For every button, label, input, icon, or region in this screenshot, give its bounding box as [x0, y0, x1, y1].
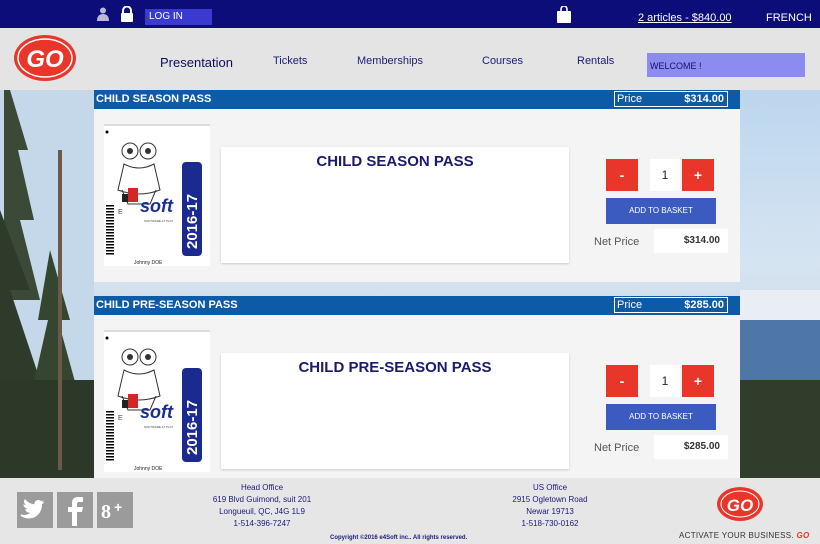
- price-box: Price $314.00: [614, 91, 728, 107]
- product-header: CHILD SEASON PASS Price $314.00: [94, 90, 740, 109]
- copyright-text: Copyright ©2016 e4Soft inc.. All rights …: [330, 535, 468, 541]
- price-box: Price $285.00: [614, 297, 728, 313]
- price-label: Price: [617, 299, 643, 311]
- card-year: 2016-17: [184, 194, 201, 249]
- logo-text: GO: [727, 496, 753, 515]
- language-switch[interactable]: FRENCH: [766, 12, 812, 24]
- tagline-brand: GO: [796, 531, 810, 540]
- us-office-address: US Office 2915 Ogletown Road Newar 19713…: [495, 482, 605, 530]
- user-icon[interactable]: [97, 7, 109, 21]
- card-name: Johnny DOE: [134, 260, 163, 266]
- main-nav: GO Presentation Tickets Memberships Cour…: [0, 28, 820, 90]
- go-logo[interactable]: GO: [11, 32, 79, 84]
- top-bar: LOG IN 2 articles - $840.00 FRENCH: [0, 0, 820, 28]
- svg-text:+: +: [114, 499, 122, 515]
- quantity-plus-button[interactable]: +: [682, 365, 714, 397]
- season-pass-card-image: E soft SOFTWARE AT PLAY 2016-17 Johnny D…: [104, 330, 210, 472]
- office-city: Longueuil, QC, J4G 1L9: [219, 507, 305, 516]
- product-panel: CHILD PRE-SEASON PASS Price $285.00 E so…: [94, 296, 740, 478]
- card-tagline: SOFTWARE AT PLAY: [144, 219, 173, 223]
- nav-item-courses[interactable]: Courses: [482, 55, 523, 67]
- product-title: CHILD SEASON PASS: [96, 93, 212, 105]
- net-price-value: $314.00: [654, 229, 728, 253]
- facebook-icon[interactable]: [57, 492, 93, 528]
- office-title: Head Office: [240, 483, 284, 492]
- office-street: 619 Blvd Guimond, suit 201: [212, 495, 312, 504]
- net-price-value: $285.00: [654, 435, 728, 459]
- product-description: CHILD SEASON PASS: [221, 147, 569, 263]
- product-header: CHILD PRE-SEASON PASS Price $285.00: [94, 296, 740, 315]
- nav-item-rentals[interactable]: Rentals: [577, 55, 614, 67]
- office-phone: 1-514-396-7247: [233, 519, 291, 528]
- price-value: $314.00: [684, 93, 724, 105]
- price-label: Price: [617, 93, 643, 105]
- forest: [740, 380, 820, 478]
- pine-trees-image: [0, 90, 94, 478]
- net-price-label: Net Price: [594, 236, 640, 248]
- login-button[interactable]: LOG IN: [145, 9, 212, 25]
- welcome-banner: WELCOME !: [647, 53, 805, 77]
- head-office-address: Head Office 619 Blvd Guimond, suit 201 L…: [200, 482, 324, 530]
- season-pass-card-image: E soft SOFTWARE AT PLAY 2016-17 Johnny D…: [104, 124, 210, 266]
- quantity-input[interactable]: 1: [650, 365, 680, 397]
- office-phone: 1-518-730-0162: [521, 519, 579, 528]
- card-tagline: SOFTWARE AT PLAY: [144, 425, 173, 429]
- office-city: Newar 19713: [526, 507, 574, 516]
- product-panel: CHILD SEASON PASS Price $314.00 E soft S…: [94, 90, 740, 282]
- svg-text:8: 8: [101, 501, 111, 523]
- office-title: US Office: [532, 483, 568, 492]
- logo-text: GO: [26, 46, 64, 73]
- lock-icon[interactable]: [119, 6, 135, 22]
- shopping-bag-icon[interactable]: [555, 6, 573, 23]
- card-brand: soft: [140, 196, 174, 216]
- product-description: CHILD PRE-SEASON PASS: [221, 353, 569, 469]
- quantity-minus-button[interactable]: -: [606, 159, 638, 191]
- nav-item-memberships[interactable]: Memberships: [357, 55, 423, 67]
- card-year: 2016-17: [184, 400, 201, 455]
- card-brand-prefix: E: [118, 209, 123, 216]
- add-to-basket-button[interactable]: ADD TO BASKET: [606, 404, 716, 430]
- cart-summary-link[interactable]: 2 articles - $840.00: [638, 12, 732, 24]
- tagline: ACTIVATE YOUR BUSINESS. GO: [679, 531, 810, 540]
- net-price-label: Net Price: [594, 442, 640, 454]
- tagline-text: ACTIVATE YOUR BUSINESS.: [679, 531, 794, 540]
- nav-item-presentation[interactable]: Presentation: [160, 55, 233, 70]
- description-title: CHILD PRE-SEASON PASS: [298, 359, 492, 376]
- google-plus-icon[interactable]: 8 +: [97, 492, 133, 528]
- quantity-plus-button[interactable]: +: [682, 159, 714, 191]
- card-brand: soft: [140, 402, 174, 422]
- quantity-input[interactable]: 1: [650, 159, 680, 191]
- price-value: $285.00: [684, 299, 724, 311]
- card-brand-prefix: E: [118, 415, 123, 422]
- add-to-basket-button[interactable]: ADD TO BASKET: [606, 198, 716, 224]
- office-street: 2915 Ogletown Road: [512, 495, 588, 504]
- product-title: CHILD PRE-SEASON PASS: [96, 299, 238, 311]
- nav-item-tickets[interactable]: Tickets: [273, 55, 307, 67]
- card-name: Johnny DOE: [134, 466, 163, 472]
- quantity-minus-button[interactable]: -: [606, 365, 638, 397]
- go-logo[interactable]: GO: [716, 486, 764, 522]
- footer: 8 + Head Office 619 Blvd Guimond, suit 20…: [0, 478, 820, 544]
- description-title: CHILD SEASON PASS: [316, 153, 474, 170]
- twitter-icon[interactable]: [17, 492, 53, 528]
